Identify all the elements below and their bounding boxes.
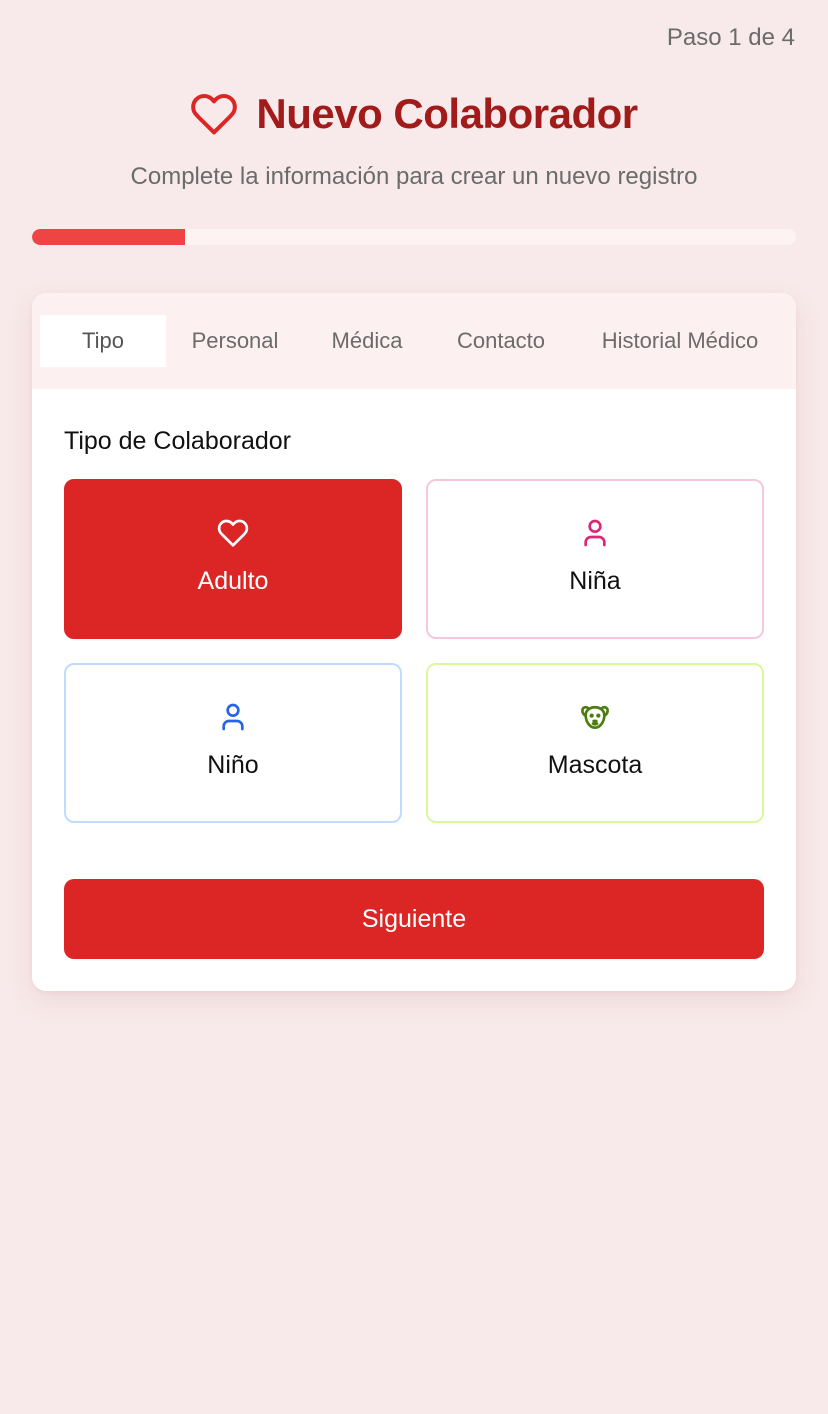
step-indicator: Paso 1 de 4 (666, 24, 795, 51)
user-icon (428, 517, 762, 549)
tab-tipo[interactable]: Tipo (40, 315, 166, 367)
registration-page: Paso 1 de 4 Nuevo Colaborador Complete l… (0, 0, 828, 1414)
heart-icon (66, 517, 400, 549)
type-option-label: Adulto (197, 567, 269, 595)
section-label: Tipo de Colaborador (64, 427, 291, 455)
type-option-label: Niño (207, 751, 259, 779)
page-title: Nuevo Colaborador (256, 90, 638, 137)
type-option-label: Niña (569, 567, 621, 595)
progress-fill (32, 229, 185, 245)
form-card: Tipo Personal Médica Contacto Historial … (32, 293, 796, 991)
tab-contacto[interactable]: Contacto (430, 315, 572, 367)
type-option-label: Mascota (547, 751, 643, 779)
user-icon (66, 701, 400, 733)
dog-icon (428, 701, 762, 733)
heart-icon (190, 90, 238, 138)
type-option-nino[interactable]: Niño (64, 663, 402, 823)
page-header: Nuevo Colaborador (0, 90, 828, 138)
tab-bar: Tipo Personal Médica Contacto Historial … (32, 293, 796, 389)
page-subtitle: Complete la información para crear un nu… (130, 163, 698, 190)
type-option-nina[interactable]: Niña (426, 479, 764, 639)
tab-historial-medico[interactable]: Historial Médico (572, 315, 788, 367)
next-button[interactable]: Siguiente (64, 879, 764, 959)
type-option-mascota[interactable]: Mascota (426, 663, 764, 823)
progress-bar (32, 229, 796, 245)
tab-medica[interactable]: Médica (304, 315, 430, 367)
type-option-adulto[interactable]: Adulto (64, 479, 402, 639)
tab-personal[interactable]: Personal (166, 315, 304, 367)
